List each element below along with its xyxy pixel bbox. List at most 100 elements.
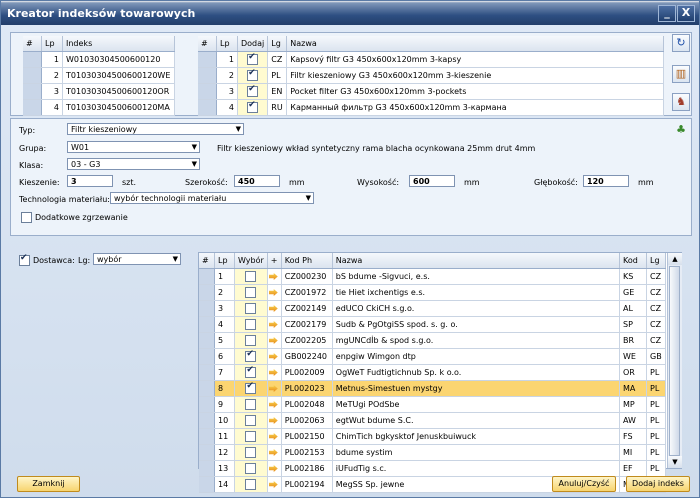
row-header[interactable] [199, 460, 215, 477]
kod-ph-cell[interactable]: CZ002179 [281, 316, 333, 333]
dodatkowe-checkbox[interactable] [21, 212, 32, 223]
row-header[interactable] [198, 83, 217, 100]
scroll-up-icon[interactable]: ▲ [668, 253, 682, 265]
dostawca-checkbox[interactable] [19, 253, 30, 266]
link-cell[interactable] [267, 476, 282, 493]
row-header[interactable] [198, 67, 217, 84]
col-dodaj[interactable]: Dodaj [237, 36, 269, 52]
col-lg[interactable]: Lg [267, 36, 288, 52]
col-lp[interactable]: Lp [214, 253, 235, 269]
arrow-right-icon[interactable] [268, 321, 278, 328]
table-row[interactable]: 3 ENPocket filter G3 450x600x120mm 3-pock… [198, 83, 664, 100]
arrow-right-icon[interactable] [268, 465, 278, 472]
link-cell[interactable] [267, 444, 282, 461]
lg-select[interactable]: wybór ▼ [93, 253, 181, 265]
table-row[interactable]: 3 CZ002149 edUCO CkiCH s.g.o. AL CZ [199, 300, 666, 317]
link-cell[interactable] [267, 348, 282, 365]
kod-ph-cell[interactable]: PL002186 [281, 460, 333, 477]
nazwa-cell[interactable]: bdume systim [332, 444, 621, 461]
col-lp[interactable]: Lp [216, 36, 238, 52]
link-cell[interactable] [267, 428, 282, 445]
col-hash[interactable]: # [198, 36, 217, 52]
wybor-cell[interactable] [234, 412, 268, 429]
arrow-right-icon[interactable] [268, 385, 278, 392]
wybor-cell[interactable] [234, 380, 268, 397]
row-header[interactable] [23, 83, 42, 100]
kod-ph-cell[interactable]: CZ002149 [281, 300, 333, 317]
wybor-cell[interactable] [234, 460, 268, 477]
wybor-checkbox[interactable] [245, 415, 257, 426]
klasa-select[interactable]: 03 - G3 ▼ [67, 158, 200, 170]
row-header[interactable] [199, 348, 215, 365]
arrow-right-icon[interactable] [268, 449, 278, 456]
table-row[interactable]: 6 GB002240enpgiw Wimgon dtpWEGB [199, 348, 666, 365]
row-header[interactable] [199, 284, 215, 301]
kod-ph-cell[interactable]: CZ000230 [281, 268, 333, 285]
nazwa-cell[interactable]: Sudb & PgOtgiSS spod. s. g. o. [332, 316, 621, 333]
arrow-right-icon[interactable] [268, 369, 278, 376]
nazwa-cell[interactable]: ChimTich bgkysktof Jenuskbuiwuck [332, 428, 621, 445]
dodaj-cell[interactable] [237, 99, 269, 116]
grupa-select[interactable]: W01 ▼ [67, 141, 200, 153]
wysokosc-input[interactable]: 600 [409, 175, 455, 187]
row-header[interactable] [199, 444, 215, 461]
col-nazwa[interactable]: Nazwa [332, 253, 621, 269]
close-window-button[interactable]: X [677, 5, 695, 22]
link-cell[interactable] [267, 284, 282, 301]
nazwa-cell[interactable]: edUCO CkiCH s.g.o. [332, 300, 621, 317]
table-row[interactable]: 1 W010303045006001​20 [23, 51, 175, 68]
wybor-checkbox[interactable] [245, 287, 257, 298]
nazwa-cell[interactable]: bS bdume -Sigvuci, e.s. [332, 268, 621, 285]
arrow-right-icon[interactable] [268, 417, 278, 424]
row-header[interactable] [199, 412, 215, 429]
arrow-right-icon[interactable] [268, 273, 278, 280]
nazwa-cell[interactable]: iUFudTig s.c. [332, 460, 621, 477]
nazwa-cell[interactable]: tie Hiet ixchentigs e.s. [332, 284, 621, 301]
szerokosc-input[interactable]: 450 [234, 175, 280, 187]
table-row[interactable]: 12 PL002153 bdume systim MI PL [199, 444, 666, 461]
link-cell[interactable] [267, 300, 282, 317]
dodaj-checkbox[interactable] [247, 100, 259, 113]
minimize-button[interactable]: _ [658, 5, 676, 22]
arrow-right-icon[interactable] [268, 481, 278, 488]
link-cell[interactable] [267, 332, 282, 349]
dodaj-cell[interactable] [237, 67, 269, 84]
title-bar[interactable]: Kreator indeksów towarowych _ X [1, 1, 699, 25]
dodaj-cell[interactable] [237, 83, 269, 100]
kod-ph-cell[interactable]: PL002048 [281, 396, 333, 413]
table-row[interactable]: 4 CZ002179 Sudb & PgOtgiSS spod. s. g. o. S… [199, 316, 666, 333]
wybor-cell[interactable] [234, 348, 268, 365]
wybor-checkbox[interactable] [245, 303, 257, 314]
table-row[interactable]: 2 T010303045006001​20WE [23, 67, 175, 84]
scroll-thumb[interactable] [669, 266, 680, 456]
wybor-cell[interactable] [234, 396, 268, 413]
nazwa-cell[interactable]: Filtr kieszeniowy G3 450x600x120mm 3-kie… [286, 67, 664, 84]
link-cell[interactable] [267, 380, 282, 397]
row-header[interactable] [199, 316, 215, 333]
row-header[interactable] [198, 51, 217, 68]
nazwa-cell[interactable]: enpgiw Wimgon dtp [332, 348, 621, 365]
col-lg[interactable]: Lg [646, 253, 666, 269]
people-icon[interactable]: ♞ [672, 93, 690, 111]
dodaj-checkbox[interactable] [247, 84, 259, 97]
wybor-checkbox[interactable] [245, 431, 257, 442]
kod-ph-cell[interactable]: PL002194 [281, 476, 333, 493]
wybor-checkbox[interactable] [245, 365, 257, 378]
table-row[interactable]: 1 CZ000230 bS bdume -Sigvuci, e.s. KS CZ [199, 268, 666, 285]
row-header[interactable] [23, 51, 42, 68]
technologia-select[interactable]: wybór technologii materiału ▼ [110, 192, 314, 204]
kod-ph-cell[interactable]: PL002009 [281, 364, 333, 381]
col-kod-ph[interactable]: Kod Ph [281, 253, 333, 269]
wybor-cell[interactable] [234, 444, 268, 461]
wybor-checkbox[interactable] [245, 447, 257, 458]
cancel-clear-button[interactable]: Anuluj/Czyść [552, 476, 616, 492]
wybor-cell[interactable] [234, 316, 268, 333]
col-hash[interactable]: # [23, 36, 42, 52]
dodaj-cell[interactable] [237, 51, 269, 68]
wybor-checkbox[interactable] [245, 479, 257, 490]
table-row[interactable]: 2 PLFiltr kieszeniowy G3 450x600x120mm 3-… [198, 67, 664, 84]
link-cell[interactable] [267, 412, 282, 429]
col-plus[interactable]: + [267, 253, 282, 269]
typ-select[interactable]: Filtr kieszeniowy ▼ [67, 123, 244, 135]
row-header[interactable] [23, 67, 42, 84]
